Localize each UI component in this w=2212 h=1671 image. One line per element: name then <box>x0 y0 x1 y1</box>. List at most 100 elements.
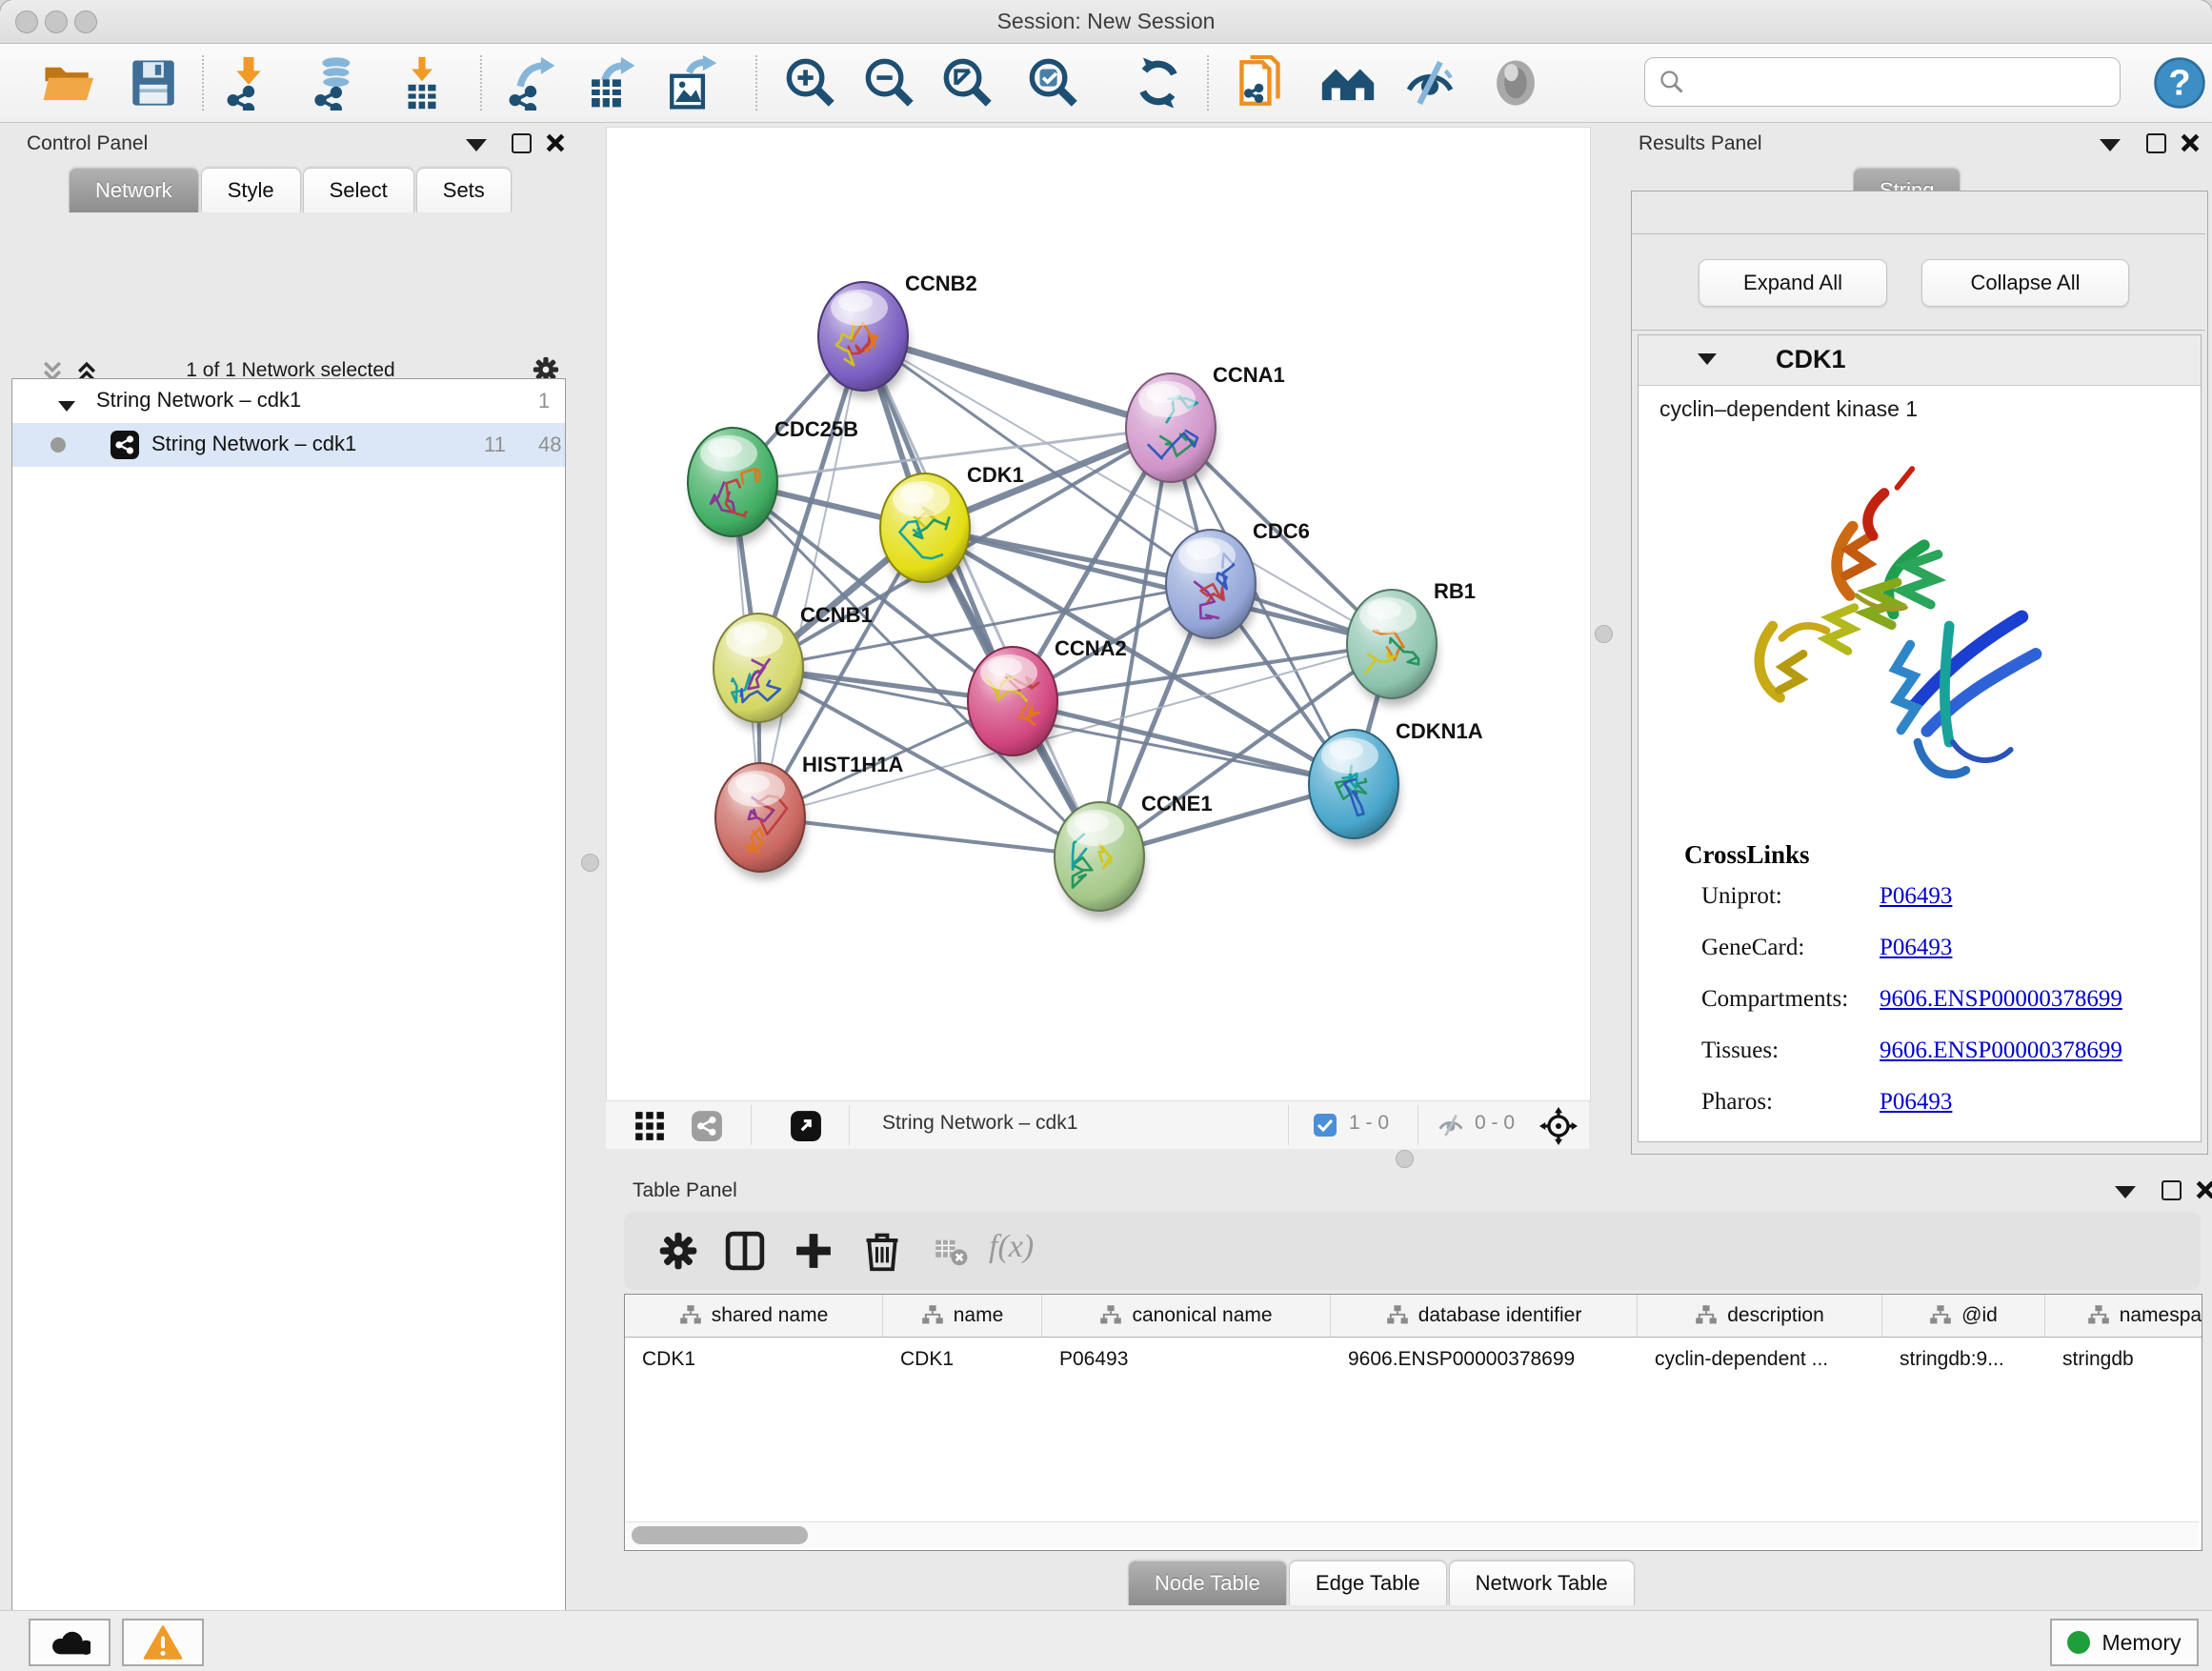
column-header-canonical-name[interactable]: canonical name <box>1042 1295 1331 1337</box>
collapse-all-button[interactable]: Collapse All <box>1921 259 2129 307</box>
node-CCNE1[interactable]: CCNE1 <box>1055 792 1213 918</box>
show-grid-button[interactable] <box>633 1109 667 1143</box>
table-cell[interactable]: stringdb:9... <box>1882 1339 2044 1380</box>
table-cell[interactable]: 9606.ENSP00000378699 <box>1331 1339 1637 1380</box>
birdseye-view-button[interactable] <box>789 1109 823 1143</box>
control-panel-collapse-button[interactable] <box>462 131 491 159</box>
gene-symbol: CDK1 <box>1776 345 1846 374</box>
crosslink-link[interactable]: 9606.ENSP00000378699 <box>1880 1037 2122 1064</box>
table-cell[interactable]: CDK1 <box>883 1339 1041 1380</box>
node-CCNA1[interactable]: CCNA1 <box>1126 363 1285 490</box>
right-splitter-handle[interactable] <box>1595 625 1613 643</box>
memory-button[interactable]: Memory <box>2050 1619 2199 1666</box>
horizontal-scrollbar[interactable] <box>626 1521 2199 1548</box>
column-header-at-id[interactable]: @id <box>1882 1295 2045 1337</box>
help-button[interactable]: ? <box>2148 51 2211 114</box>
search-input[interactable] <box>1695 62 2108 102</box>
import-network-file-button[interactable] <box>217 51 280 114</box>
new-network-from-selection-button[interactable] <box>1233 51 1296 114</box>
tab-sets[interactable]: Sets <box>416 168 512 212</box>
zoom-in-button[interactable] <box>779 51 842 114</box>
scrollbar-thumb[interactable] <box>632 1526 808 1544</box>
create-column-button[interactable] <box>788 1225 839 1277</box>
tab-select[interactable]: Select <box>303 168 414 212</box>
delete-table-button[interactable] <box>925 1225 976 1277</box>
edge-CCNB2-CCNA1[interactable] <box>863 336 1171 428</box>
left-splitter-handle[interactable] <box>581 854 599 872</box>
export-image-button[interactable] <box>661 51 724 114</box>
crosslink-link[interactable]: 9606.ENSP00000378699 <box>1880 986 2122 1013</box>
table-cell[interactable]: P06493 <box>1042 1339 1330 1380</box>
refresh-button[interactable] <box>1127 51 1190 114</box>
edge-CCNB2-HIST1H1A[interactable] <box>760 336 863 817</box>
column-header-namespace[interactable]: namespace <box>2045 1295 2202 1337</box>
import-network-database-button[interactable] <box>303 51 366 114</box>
collection-expander-icon[interactable] <box>58 393 75 417</box>
table-options-button[interactable] <box>653 1225 704 1277</box>
crosslink-link[interactable]: P06493 <box>1880 935 1952 961</box>
gene-expander-icon[interactable] <box>1698 352 1717 370</box>
network-view-share-button[interactable] <box>690 1109 724 1143</box>
results-panel-float-button[interactable] <box>2142 129 2170 157</box>
zoom-selected-button[interactable] <box>1022 51 1085 114</box>
save-session-button[interactable] <box>122 51 185 114</box>
results-panel-collapse-button[interactable] <box>2096 131 2124 159</box>
table-panel-close-button[interactable] <box>2191 1176 2212 1204</box>
node-CDC6[interactable]: CDC6 <box>1166 519 1310 646</box>
node-CDKN1A[interactable]: CDKN1A <box>1309 719 1483 846</box>
results-panel-close-button[interactable] <box>2176 129 2204 157</box>
show-columns-button[interactable] <box>719 1225 771 1277</box>
tab-network[interactable]: Network <box>69 168 199 212</box>
import-table-file-button[interactable] <box>391 51 453 114</box>
warnings-button[interactable] <box>122 1619 204 1666</box>
crosslink-link[interactable]: P06493 <box>1880 1089 1952 1116</box>
folder-icon <box>40 55 95 111</box>
help-icon: ? <box>2152 55 2207 111</box>
first-neighbors-button[interactable] <box>1317 51 1379 114</box>
table-cell[interactable]: cyclin-dependent ... <box>1638 1339 1881 1380</box>
selected-checkbox-icon[interactable] <box>1313 1113 1337 1137</box>
edge-CCNB2-CCNE1[interactable] <box>863 336 1099 856</box>
function-builder-button[interactable]: f(x) <box>989 1229 1034 1265</box>
show-hide-graphics-button[interactable] <box>1398 51 1461 114</box>
network-collection-row[interactable]: String Network – cdk1 1 <box>12 379 565 423</box>
tab-edge-table[interactable]: Edge Table <box>1289 1560 1447 1605</box>
column-header-database-identifier[interactable]: database identifier <box>1331 1295 1638 1337</box>
string-network-graph[interactable]: CCNB2CCNA1CDC25BCDK1CDC6RB1CCNB1CCNA2CDK… <box>607 128 1590 1101</box>
node-CCNB1[interactable]: CCNB1 <box>714 603 873 730</box>
zoom-fit-button[interactable] <box>936 51 999 114</box>
export-table-button[interactable] <box>579 51 642 114</box>
table-cell[interactable]: CDK1 <box>625 1339 882 1380</box>
node-CCNA2[interactable]: CCNA2 <box>968 636 1127 763</box>
control-panel-float-button[interactable] <box>507 129 535 157</box>
bottom-splitter-handle[interactable] <box>1396 1150 1414 1168</box>
collection-label: String Network – cdk1 <box>96 388 301 413</box>
column-header-name[interactable]: name <box>883 1295 1042 1337</box>
tab-style[interactable]: Style <box>201 168 301 212</box>
cloud-button[interactable] <box>29 1619 111 1666</box>
node-RB1[interactable]: RB1 <box>1347 579 1476 706</box>
table-cell[interactable]: stringdb <box>2045 1339 2202 1380</box>
fit-content-button[interactable] <box>1538 1105 1579 1147</box>
zoom-out-button[interactable] <box>858 51 921 114</box>
gene-card-header[interactable]: CDK1 <box>1639 335 2201 386</box>
tab-network-table[interactable]: Network Table <box>1449 1560 1635 1605</box>
column-header-description[interactable]: description <box>1638 1295 1882 1337</box>
expand-all-button[interactable]: Expand All <box>1699 259 1887 307</box>
network-canvas[interactable]: CCNB2CCNA1CDC25BCDK1CDC6RB1CCNB1CCNA2CDK… <box>606 127 1591 1102</box>
control-panel-close-button[interactable] <box>541 129 570 157</box>
crosslink-link[interactable]: P06493 <box>1880 883 1952 910</box>
edge-HIST1H1A-CCNE1[interactable] <box>760 817 1099 856</box>
network-row-selected[interactable]: String Network – cdk1 11 48 <box>12 423 565 467</box>
node-CCNB2[interactable]: CCNB2 <box>818 272 977 398</box>
table-panel-collapse-button[interactable] <box>2111 1178 2140 1206</box>
column-header-shared-name[interactable]: shared name <box>625 1295 883 1337</box>
node-HIST1H1A[interactable]: HIST1H1A <box>715 753 903 879</box>
highlight-button[interactable] <box>1484 51 1547 114</box>
table-panel-float-button[interactable] <box>2157 1176 2185 1204</box>
column-header-label: namespace <box>2120 1304 2202 1327</box>
export-network-button[interactable] <box>499 51 562 114</box>
delete-column-button[interactable] <box>856 1225 908 1277</box>
tab-node-table[interactable]: Node Table <box>1128 1560 1287 1605</box>
open-session-button[interactable] <box>36 51 99 114</box>
